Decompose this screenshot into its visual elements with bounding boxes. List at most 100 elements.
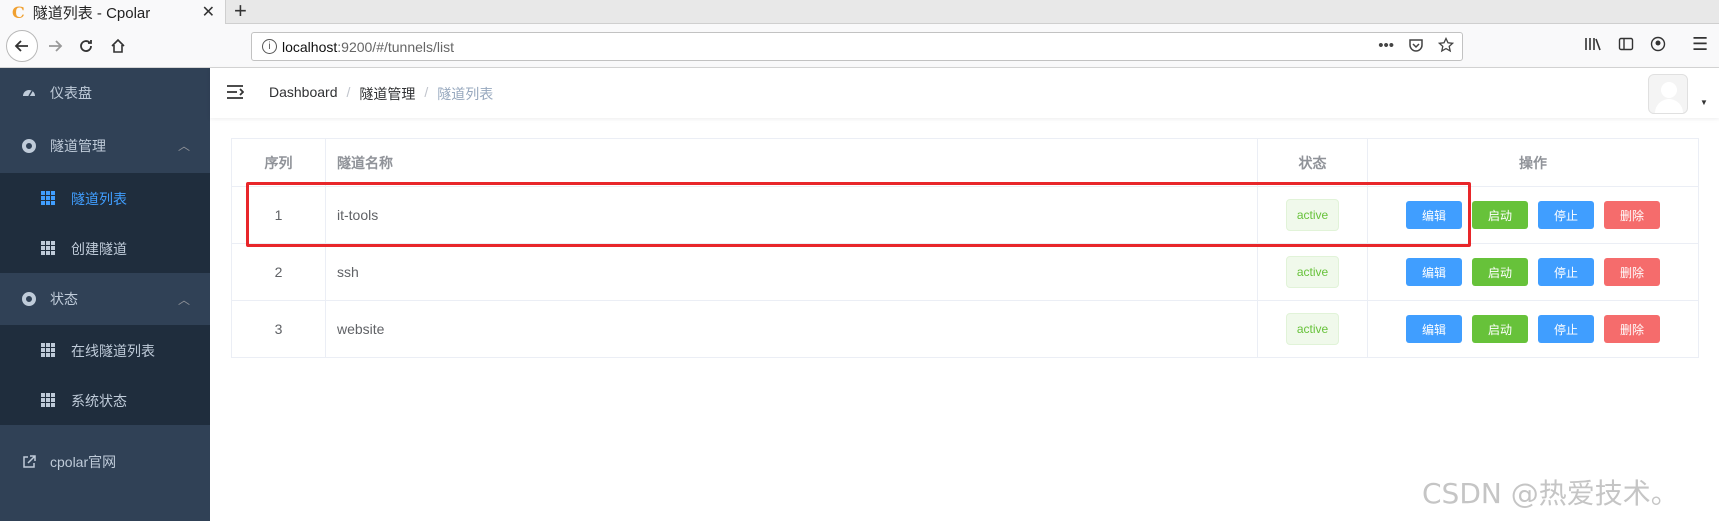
status-cell: active — [1258, 244, 1368, 300]
watermark: CSDN @热爱技术。 — [1422, 477, 1679, 510]
pocket-icon[interactable] — [1408, 37, 1424, 53]
grid-icon — [41, 241, 55, 255]
external-link-icon — [23, 455, 36, 468]
actions-cell: 编辑 启动 停止 删除 — [1368, 187, 1698, 243]
sidebar-item-dashboard[interactable]: 仪表盘 — [0, 68, 210, 118]
sidebar-item-label: 状态 — [50, 291, 78, 307]
breadcrumb-dashboard[interactable]: Dashboard — [269, 84, 338, 104]
library-icon[interactable] — [1584, 36, 1602, 52]
start-button[interactable]: 启动 — [1472, 201, 1528, 229]
delete-button[interactable]: 删除 — [1604, 258, 1660, 286]
reload-icon — [80, 40, 92, 52]
back-button[interactable] — [6, 30, 38, 62]
column-header-actions: 操作 — [1519, 154, 1547, 171]
table-header-row: 序列 隧道名称 状态 操作 — [232, 139, 1698, 187]
delete-button[interactable]: 删除 — [1604, 315, 1660, 343]
status-submenu: 在线隧道列表 系统状态 — [0, 325, 210, 425]
stop-button[interactable]: 停止 — [1538, 315, 1594, 343]
browser-menu-icon[interactable]: ☰ — [1692, 34, 1708, 55]
sidebar-item-label: 在线隧道列表 — [71, 343, 155, 359]
sidebar-item-online-tunnels[interactable]: 在线隧道列表 — [0, 325, 210, 375]
new-tab-button[interactable]: + — [234, 0, 247, 22]
dashboard-icon — [23, 90, 35, 97]
reload-button[interactable] — [72, 32, 100, 60]
edit-button[interactable]: 编辑 — [1406, 258, 1462, 286]
breadcrumb-separator: / — [346, 84, 351, 100]
sidebar-item-label: cpolar官网 — [50, 454, 117, 470]
stop-button[interactable]: 停止 — [1538, 201, 1594, 229]
chevron-up-icon: ︿ — [177, 292, 190, 307]
breadcrumb-tunnel-management[interactable]: 隧道管理 — [359, 84, 415, 104]
sidebar-item-label: 系统状态 — [71, 393, 127, 409]
sidebar-item-create-tunnel[interactable]: 创建隧道 — [0, 223, 210, 273]
grid-icon — [41, 393, 55, 407]
cpolar-favicon-icon: C — [12, 2, 25, 22]
grid-icon — [41, 343, 55, 357]
arrow-right-icon — [49, 40, 63, 52]
home-icon — [111, 38, 125, 53]
actions-cell: 编辑 启动 停止 删除 — [1368, 244, 1698, 300]
site-info-icon[interactable]: i — [262, 39, 277, 54]
breadcrumb-tunnel-list: 隧道列表 — [437, 86, 494, 102]
tunnel-submenu: 隧道列表 创建隧道 — [0, 173, 210, 273]
sidebar-item-tunnel-management[interactable]: 隧道管理 ︿ — [0, 118, 210, 173]
tunnel-name: it-tools — [326, 187, 1258, 243]
sidebar-item-label: 创建隧道 — [71, 241, 127, 257]
home-button[interactable] — [104, 32, 132, 60]
delete-button[interactable]: 删除 — [1604, 201, 1660, 229]
avatar-head — [1661, 82, 1677, 98]
edit-button[interactable]: 编辑 — [1406, 315, 1462, 343]
tunnel-name: ssh — [326, 244, 1258, 300]
status-badge: active — [1285, 256, 1340, 288]
table-row: 2 ssh active 编辑 启动 停止 删除 — [232, 244, 1698, 301]
sidebar-item-label: 隧道管理 — [50, 137, 106, 154]
page-actions-icon[interactable]: ••• — [1378, 37, 1394, 54]
sidebar-item-tunnel-list[interactable]: 隧道列表 — [0, 173, 210, 223]
circle-icon — [22, 292, 36, 306]
status-badge: active — [1285, 199, 1340, 231]
tunnel-table: 序列 隧道名称 状态 操作 1 it-tools active 编辑 启动 停止… — [231, 138, 1699, 358]
sidebar: 仪表盘 隧道管理 ︿ 隧道列表 创建隧道 状态 ︿ 在线隧道列表 系统状态 cp… — [0, 68, 210, 521]
browser-tab[interactable]: C 隧道列表 - Cpolar ✕ — [0, 0, 226, 24]
sidebar-item-system-status[interactable]: 系统状态 — [0, 375, 210, 425]
bookmark-star-icon[interactable] — [1438, 37, 1454, 53]
row-index: 3 — [232, 301, 326, 357]
tunnel-name: website — [326, 301, 1258, 357]
hamburger-menu-icon[interactable] — [226, 84, 244, 100]
caret-down-icon[interactable]: ▼ — [1700, 98, 1708, 107]
column-header-index: 序列 — [232, 139, 326, 186]
app-header: Dashboard / 隧道管理 / 隧道列表 ▼ — [210, 68, 1719, 118]
breadcrumb-separator: / — [424, 84, 429, 100]
address-bar[interactable]: i localhost:9200/#/tunnels/list ••• — [251, 32, 1463, 61]
status-cell: active — [1258, 187, 1368, 243]
account-icon[interactable] — [1650, 36, 1666, 52]
column-header-name: 隧道名称 — [326, 139, 1258, 186]
row-index: 2 — [232, 244, 326, 300]
breadcrumb: Dashboard / 隧道管理 / 隧道列表 — [269, 84, 493, 104]
tab-title: 隧道列表 - Cpolar — [32, 4, 151, 22]
circle-icon — [22, 138, 36, 153]
browser-tab-bar: C 隧道列表 - Cpolar ✕ + — [0, 0, 1719, 24]
close-tab-icon[interactable]: ✕ — [202, 2, 215, 22]
actions-cell: 编辑 启动 停止 删除 — [1368, 301, 1698, 357]
sidebar-item-status[interactable]: 状态 ︿ — [0, 273, 210, 325]
status-cell: active — [1258, 301, 1368, 357]
forward-button[interactable] — [41, 32, 69, 60]
url-host: localhost — [282, 38, 338, 55]
sidebar-item-label: 仪表盘 — [50, 85, 92, 101]
start-button[interactable]: 启动 — [1472, 258, 1528, 286]
stop-button[interactable]: 停止 — [1538, 258, 1594, 286]
sidebar-item-cpolar-site[interactable]: cpolar官网 — [0, 437, 210, 487]
status-badge: active — [1285, 313, 1340, 345]
table-row: 3 website active 编辑 启动 停止 删除 — [232, 301, 1698, 357]
avatar[interactable] — [1648, 74, 1688, 114]
chevron-up-icon: ︿ — [177, 139, 190, 153]
start-button[interactable]: 启动 — [1472, 315, 1528, 343]
edit-button[interactable]: 编辑 — [1406, 201, 1462, 229]
sidebar-item-label: 隧道列表 — [71, 191, 127, 207]
column-header-status: 状态 — [1258, 139, 1368, 186]
grid-icon — [41, 191, 55, 205]
arrow-left-icon — [14, 40, 28, 52]
avatar-body — [1655, 99, 1683, 113]
sidebar-toggle-icon[interactable] — [1618, 36, 1634, 52]
